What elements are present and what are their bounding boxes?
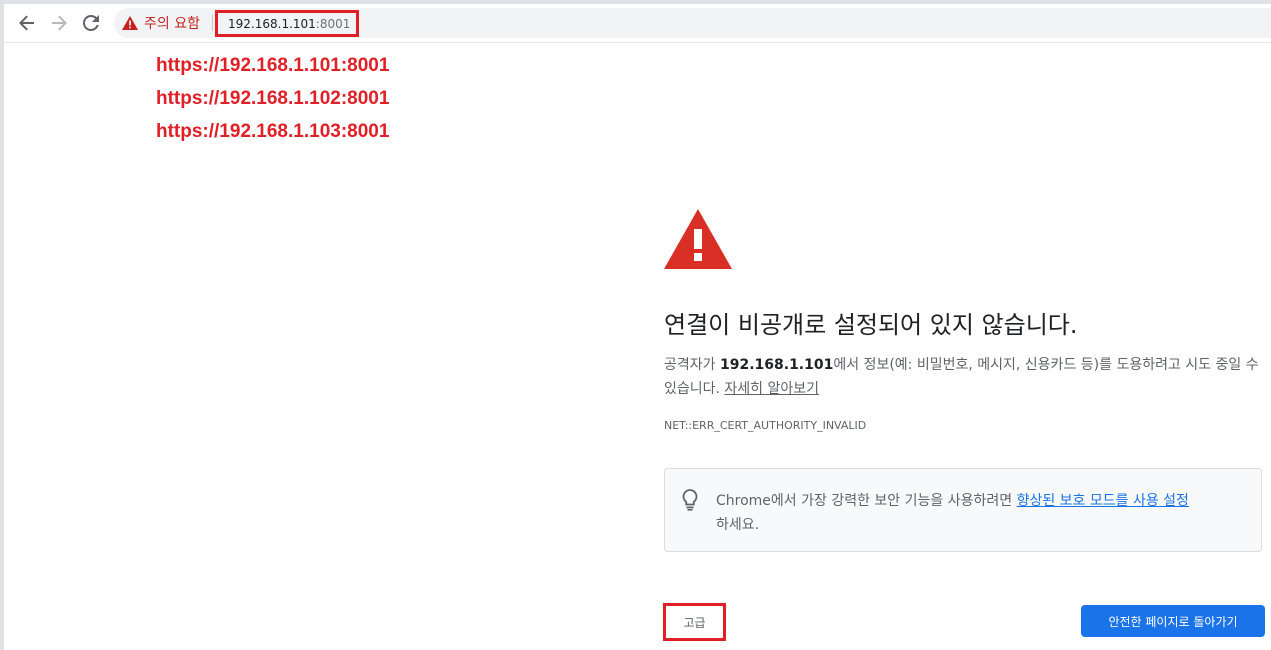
back-to-safety-button[interactable]: 안전한 페이지로 돌아가기: [1081, 605, 1265, 637]
danger-triangle-icon: [664, 209, 732, 269]
enhanced-protection-tip: Chrome에서 가장 강력한 보안 기능을 사용하려면 향상된 보호 모드를 …: [664, 468, 1262, 552]
page-title: 연결이 비공개로 설정되어 있지 않습니다.: [664, 311, 1078, 339]
annotation-url: https://192.168.1.101:8001: [156, 55, 390, 76]
tip-suffix: 하세요.: [716, 517, 760, 533]
annotation-url: https://192.168.1.103:8001: [156, 121, 390, 142]
lightbulb-icon: [682, 489, 698, 511]
reload-button[interactable]: [78, 10, 104, 36]
security-chip[interactable]: 주의 요함: [122, 8, 200, 38]
annotation-url-list: https://192.168.1.101:8001 https://192.1…: [156, 54, 389, 153]
forward-button[interactable]: [46, 10, 72, 36]
back-button[interactable]: [14, 10, 40, 36]
chip-divider: [212, 15, 213, 31]
url-port: :8001: [315, 16, 351, 31]
explanation-prefix: 공격자가: [664, 357, 720, 373]
browser-toolbar: 주의 요함 192.168.1.101:8001: [4, 4, 1271, 43]
error-code: NET::ERR_CERT_AUTHORITY_INVALID: [664, 419, 867, 432]
advanced-button[interactable]: 고급: [663, 603, 726, 641]
tip-text: Chrome에서 가장 강력한 보안 기능을 사용하려면 향상된 보호 모드를 …: [716, 489, 1251, 537]
arrow-forward-icon: [52, 15, 67, 31]
enhanced-protection-link[interactable]: 향상된 보호 모드를 사용 설정: [1017, 493, 1189, 509]
learn-more-link[interactable]: 자세히 알아보기: [724, 381, 819, 397]
omnibox[interactable]: 주의 요함 192.168.1.101:8001: [114, 8, 1271, 38]
arrow-back-icon: [19, 15, 34, 31]
explanation-text: 공격자가 192.168.1.101에서 정보(예: 비밀번호, 메시지, 신용…: [664, 353, 1264, 401]
warning-triangle-icon: [122, 16, 138, 30]
explanation-host: 192.168.1.101: [719, 357, 834, 373]
url-text[interactable]: 192.168.1.101:8001: [215, 10, 359, 37]
reload-icon: [83, 15, 99, 31]
security-chip-label: 주의 요함: [144, 16, 200, 32]
annotation-url: https://192.168.1.102:8001: [156, 88, 390, 109]
tip-prefix: Chrome에서 가장 강력한 보안 기능을 사용하려면: [716, 493, 1017, 509]
url-host: 192.168.1.101: [228, 16, 316, 31]
